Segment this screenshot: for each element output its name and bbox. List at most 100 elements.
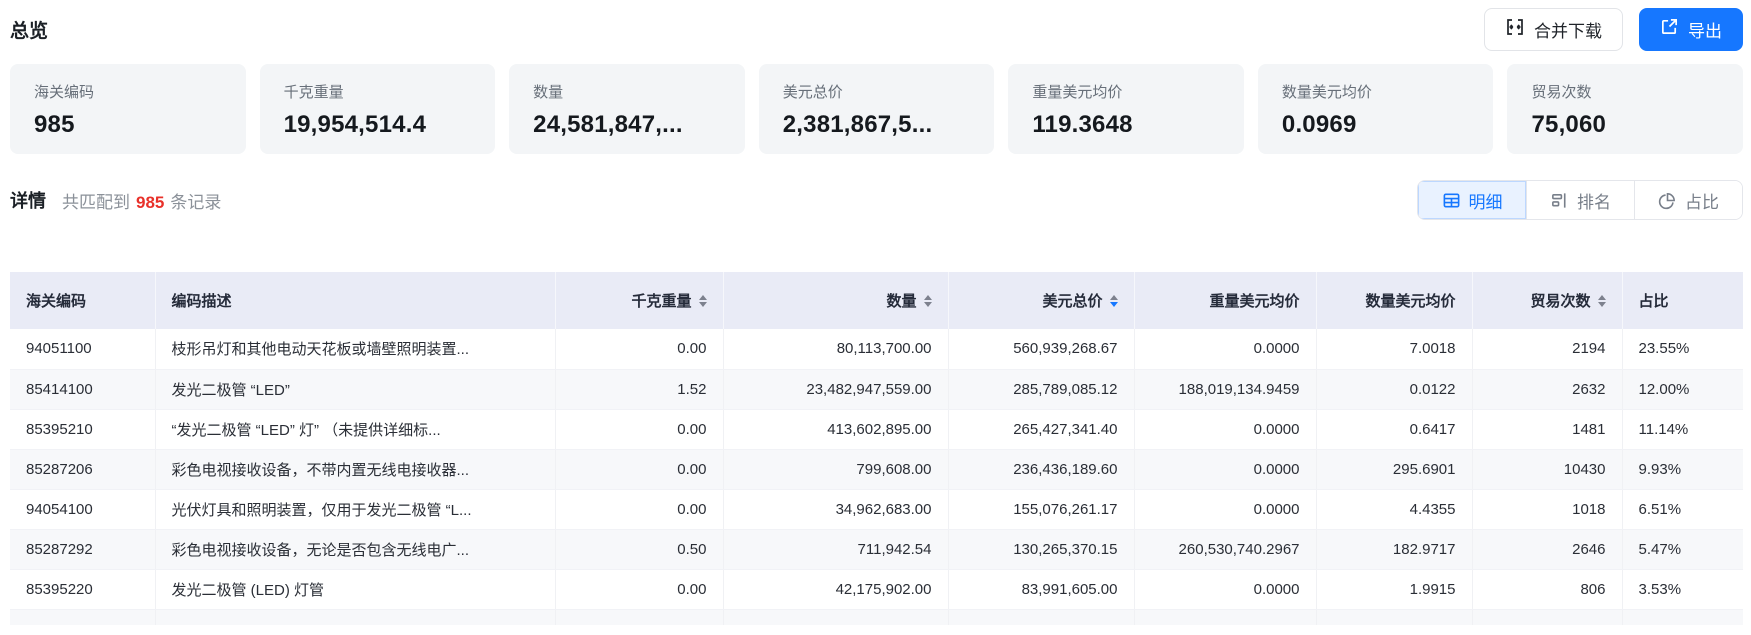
kg-weight-cell: 0.00 [555,489,723,529]
trade-count-cell: 1018 [1472,489,1622,529]
kg-weight-cell: 0.00 [555,449,723,489]
column-header-kg-weight[interactable]: 千克重量 [555,272,723,329]
sort-caret-down-icon[interactable] [1598,302,1606,307]
usd-avg-by-weight-cell: 260,530,740.2967 [1134,529,1316,569]
stat-value: 2,381,867,5... [783,111,971,139]
hs-code-cell: 94051100 [10,329,155,369]
quantity-cell: 80,113,700.00 [723,329,948,369]
column-header-quantity[interactable]: 数量 [723,272,948,329]
share-cell: 23.55% [1622,329,1743,369]
sort-caret-up-icon[interactable] [1110,295,1118,300]
stats-row: 海关编码 985 千克重量 19,954,514.4 数量 24,581,847… [10,64,1743,154]
hs-code-cell: 85287292 [10,529,155,569]
trade-count-cell: 806 [1472,569,1622,609]
usd-avg-by-qty-cell: 295.6901 [1316,449,1472,489]
stat-label: 重量美元均价 [1032,81,1220,102]
table-header-row: 海关编码编码描述千克重量数量美元总价重量美元均价数量美元均价贸易次数占比 [10,272,1743,329]
top-actions: 合并下载 导出 [1484,8,1743,51]
usd-avg-by-qty-cell: 0.0122 [1316,369,1472,409]
sort-caret-up-icon[interactable] [924,295,932,300]
tab-label: 明细 [1469,188,1503,213]
column-header-label: 数量美元均价 [1365,290,1455,311]
usd-avg-by-weight-cell: 0.0000 [1134,489,1316,529]
kg-weight-cell: 0.00 [555,569,723,609]
column-header-label: 美元总价 [1042,290,1102,311]
stat-card-kg-weight: 千克重量 19,954,514.4 [260,64,496,154]
export-button[interactable]: 导出 [1639,8,1743,51]
column-header-hs-code: 海关编码 [10,272,155,329]
table-icon [1442,191,1461,210]
share-cell: 5.47% [1622,529,1743,569]
tab-share[interactable]: 占比 [1634,181,1742,219]
view-tabs: 明细 排名 占比 [1417,180,1743,220]
quantity-cell: 34,962,683.00 [723,489,948,529]
sort-caret-up-icon[interactable] [699,295,707,300]
stat-label: 海关编码 [34,81,222,102]
table-row: 94051100枝形吊灯和其他电动天花板或墙壁照明装置...0.0080,113… [10,329,1743,369]
usd-total-cell: 155,076,261.17 [948,489,1134,529]
column-header-label: 贸易次数 [1530,290,1590,311]
trade-count-cell: 2194 [1472,329,1622,369]
sort-carets[interactable] [1598,295,1606,307]
table-row: 85287292彩色电视接收设备，无论是否包含无线电广...0.50711,94… [10,529,1743,569]
sort-carets[interactable] [924,295,932,307]
partial-next-row [10,609,1743,625]
kg-weight-cell: 1.52 [555,369,723,409]
detail-table: 海关编码编码描述千克重量数量美元总价重量美元均价数量美元均价贸易次数占比 940… [10,272,1743,625]
hs-code-cell: 94054100 [10,489,155,529]
usd-avg-by-qty-cell: 0.6417 [1316,409,1472,449]
column-header-trade-count[interactable]: 贸易次数 [1472,272,1622,329]
table-row: 85414100发光二极管 “LED”1.5223,482,947,559.00… [10,369,1743,409]
export-icon [1660,17,1679,41]
usd-avg-by-qty-cell: 7.0018 [1316,329,1472,369]
merge-download-button[interactable]: 合并下载 [1484,8,1623,51]
sort-caret-up-icon[interactable] [1598,295,1606,300]
code-description-cell: 彩色电视接收设备，不带内置无线电接收器... [155,449,555,489]
quantity-cell: 42,175,902.00 [723,569,948,609]
page-title: 总览 [10,16,48,43]
quantity-cell: 711,942.54 [723,529,948,569]
stat-label: 数量 [533,81,721,102]
quantity-cell: 23,482,947,559.00 [723,369,948,409]
export-label: 导出 [1688,17,1722,42]
usd-total-cell: 236,436,189.60 [948,449,1134,489]
sort-carets[interactable] [699,295,707,307]
sort-caret-down-icon[interactable] [699,302,707,307]
sort-carets[interactable] [1110,295,1118,307]
stat-card-usd-total: 美元总价 2,381,867,5... [759,64,995,154]
detail-bar: 详情 共匹配到985条记录 明细 [10,180,1743,220]
merge-icon [1505,17,1525,42]
usd-avg-by-weight-cell: 0.0000 [1134,409,1316,449]
stat-label: 美元总价 [783,81,971,102]
stat-label: 千克重量 [284,81,472,102]
code-description-cell: 光伏灯具和照明装置，仅用于发光二极管 “L... [155,489,555,529]
stat-value: 0.0969 [1282,111,1470,139]
stat-value: 985 [34,111,222,139]
column-header-usd-avg-by-weight: 重量美元均价 [1134,272,1316,329]
column-header-label: 千克重量 [631,290,691,311]
usd-avg-by-qty-cell: 182.9717 [1316,529,1472,569]
hs-code-cell: 85414100 [10,369,155,409]
code-description-cell: 发光二极管 (LED) 灯管 [155,569,555,609]
stat-value: 24,581,847,... [533,111,721,139]
ranking-icon [1550,191,1569,210]
trade-count-cell: 2646 [1472,529,1622,569]
stat-card-quantity: 数量 24,581,847,... [509,64,745,154]
tab-detail[interactable]: 明细 [1418,181,1526,219]
tab-ranking[interactable]: 排名 [1526,181,1634,219]
sort-caret-down-icon[interactable] [924,302,932,307]
quantity-cell: 413,602,895.00 [723,409,948,449]
code-description-cell: 发光二极管 “LED” [155,369,555,409]
stat-card-usd-avg-by-weight: 重量美元均价 119.3648 [1008,64,1244,154]
stat-card-usd-avg-by-qty: 数量美元均价 0.0969 [1258,64,1494,154]
match-prefix: 共匹配到 [62,193,130,212]
usd-total-cell: 285,789,085.12 [948,369,1134,409]
table-row: 85287206彩色电视接收设备，不带内置无线电接收器...0.00799,60… [10,449,1743,489]
hs-code-cell: 85395220 [10,569,155,609]
sort-caret-down-icon[interactable] [1110,302,1118,307]
usd-avg-by-weight-cell: 0.0000 [1134,569,1316,609]
column-header-usd-total[interactable]: 美元总价 [948,272,1134,329]
trade-count-cell: 2632 [1472,369,1622,409]
code-description-cell: 枝形吊灯和其他电动天花板或墙壁照明装置... [155,329,555,369]
usd-total-cell: 83,991,605.00 [948,569,1134,609]
